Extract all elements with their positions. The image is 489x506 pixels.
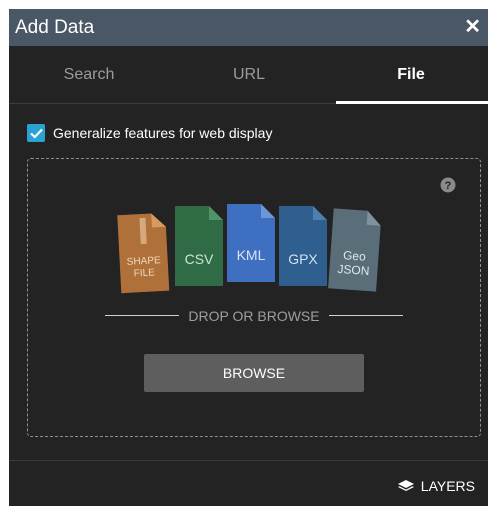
shapefile-label-line2: FILE — [133, 267, 155, 279]
kml-label: KML — [237, 247, 266, 263]
csv-icon: CSV — [175, 206, 223, 286]
question-circle-icon[interactable]: ? — [440, 177, 456, 193]
layers-link[interactable]: LAYERS — [397, 478, 475, 494]
drop-or-browse-text: DROP OR BROWSE — [188, 308, 320, 324]
generalize-label: Generalize features for web display — [53, 125, 273, 141]
file-type-icons: SHAPE FILE CSV KML GPX Geo JSON — [117, 204, 381, 294]
geojson-label-line2: JSON — [337, 262, 370, 278]
generalize-checkbox[interactable] — [27, 124, 45, 142]
close-icon[interactable]: ✕ — [464, 9, 481, 46]
geojson-icon: Geo JSON — [328, 208, 381, 292]
tab-file[interactable]: File — [334, 46, 488, 103]
divider-left — [105, 315, 179, 316]
panel-title: Add Data — [15, 17, 95, 38]
add-data-panel: Add Data ✕ Search URL File Generalize fe… — [9, 9, 488, 506]
csv-label: CSV — [185, 251, 214, 267]
svg-text:?: ? — [445, 180, 452, 192]
shapefile-label-line1: SHAPE — [126, 255, 161, 268]
active-tab-indicator — [336, 101, 488, 104]
generalize-option[interactable]: Generalize features for web display — [27, 123, 272, 143]
footer-divider — [9, 460, 488, 461]
checkmark-icon — [29, 128, 43, 139]
shapefile-icon: SHAPE FILE — [117, 213, 170, 294]
layers-icon — [397, 480, 414, 491]
tab-url[interactable]: URL — [169, 46, 329, 103]
layers-label: LAYERS — [420, 478, 475, 494]
gpx-icon: GPX — [279, 206, 327, 286]
tab-bar: Search URL File — [9, 46, 488, 104]
divider-right — [329, 315, 403, 316]
panel-header: Add Data ✕ — [9, 9, 488, 46]
gpx-label: GPX — [288, 251, 318, 267]
tab-search[interactable]: Search — [9, 46, 169, 103]
kml-icon: KML — [227, 204, 275, 282]
browse-button[interactable]: BROWSE — [144, 354, 364, 392]
